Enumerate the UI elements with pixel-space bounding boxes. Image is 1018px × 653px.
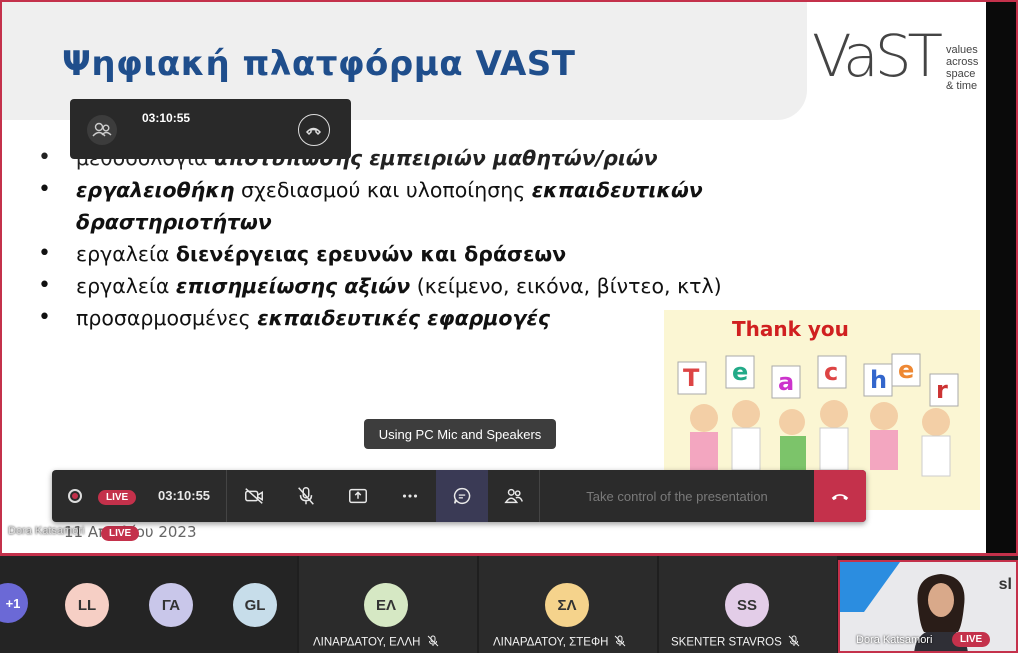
slide-bullet: προσαρμοσμένες εκπαιδευτικές εφαρμογές: [38, 302, 758, 334]
more-icon: [402, 494, 418, 498]
mic-muted-button[interactable]: [280, 470, 332, 522]
hang-up-icon[interactable]: [298, 114, 330, 146]
share-screen-icon: [349, 488, 367, 504]
avatar: ΕΛ: [364, 583, 408, 627]
participant-name: ΛΙΝΑΡΔΑΤΟΥ, ΣΤΕΦΗ: [493, 635, 626, 650]
participant-tile[interactable]: ΕΛ ΛΙΝΑΡΔΑΤΟΥ, ΕΛΛΗ: [299, 556, 477, 653]
participant-tile[interactable]: SS SKENTER STAVROS: [659, 556, 837, 653]
image-caption-text: Thank you: [732, 317, 849, 341]
avatar[interactable]: ΓΑ: [149, 583, 193, 627]
camera-off-button[interactable]: [228, 470, 280, 522]
slide-bullet: εργαλειοθήκη σχεδιασμού και υλοποίησης ε…: [38, 174, 758, 238]
mic-muted-icon: [614, 635, 626, 650]
svg-text:e: e: [732, 358, 748, 386]
svg-text:r: r: [936, 376, 948, 404]
active-speaker-video[interactable]: sl Dora Katsamori LIVE: [838, 560, 1018, 653]
compact-call-window[interactable]: 03:10:55: [70, 99, 351, 159]
people-icon[interactable]: [87, 115, 117, 145]
more-actions-button[interactable]: [384, 470, 436, 522]
logo-tagline: values across space & time: [946, 44, 979, 92]
take-control-button[interactable]: Take control of the presentation: [540, 470, 814, 522]
svg-text:T: T: [683, 364, 700, 392]
avatar[interactable]: GL: [233, 583, 277, 627]
svg-text:e: e: [898, 356, 914, 384]
presenter-live-badge: LIVE: [101, 523, 140, 541]
svg-text:h: h: [870, 366, 887, 394]
vast-logo: VaST values across space & time: [812, 22, 987, 94]
participant-tile[interactable]: ΣΛ ΛΙΝΑΡΔΑΤΟΥ, ΣΤΕΦΗ: [479, 556, 657, 653]
chat-icon: [453, 487, 471, 505]
avatar[interactable]: LL: [65, 583, 109, 627]
audio-tooltip: Using PC Mic and Speakers: [364, 419, 556, 449]
recording-indicator-icon: [68, 489, 82, 503]
slide-edge-bar: [986, 2, 1016, 553]
participants-icon: [504, 488, 523, 504]
slide-title: Ψηφιακή πλατφόρμα VAST: [62, 44, 576, 84]
slide-bullet-list: μεθοδολογία αποτύπωσης εμπειριών μαθητών…: [38, 142, 758, 334]
toolbar-divider: [226, 470, 227, 522]
compact-call-timer: 03:10:55: [142, 111, 191, 125]
call-control-bar: LIVE 03:10:55 Take control of the presen…: [52, 470, 866, 522]
slide-bullet: εργαλεία επισημείωσης αξιών (κείμενο, ει…: [38, 270, 758, 302]
video-brand-text: sl: [998, 576, 1012, 593]
overflow-count[interactable]: +1: [0, 583, 28, 623]
mic-muted-icon: [427, 635, 439, 650]
call-timer: 03:10:55: [158, 488, 211, 503]
participants-button[interactable]: [488, 470, 540, 522]
live-badge: LIVE: [98, 487, 137, 505]
video-background-shape: [840, 562, 900, 612]
leave-call-button[interactable]: [814, 470, 866, 522]
svg-text:a: a: [778, 368, 794, 396]
mic-muted-icon: [788, 635, 800, 650]
mic-muted-icon: [298, 487, 314, 505]
teams-meeting-window: Ψηφιακή πλατφόρμα VAST VaST values acros…: [0, 0, 1018, 653]
speaker-live-badge: LIVE: [952, 629, 991, 647]
camera-off-icon: [245, 488, 263, 504]
participant-name: ΛΙΝΑΡΔΑΤΟΥ, ΕΛΛΗ: [313, 635, 439, 650]
participant-name: SKENTER STAVROS: [671, 635, 800, 650]
hang-up-icon: [831, 494, 849, 501]
share-screen-button[interactable]: [332, 470, 384, 522]
presenter-name: Dora Katsamori: [8, 525, 85, 537]
svg-text:c: c: [824, 358, 838, 386]
participant-overflow-group: +1 LL ΓΑ GL: [0, 556, 297, 653]
slide-bullet: εργαλεία διενέργειας ερευνών και δράσεων: [38, 238, 758, 270]
logo-wordmark: VaST: [812, 22, 943, 90]
speaker-name: Dora Katsamori: [856, 634, 933, 646]
avatar: SS: [725, 583, 769, 627]
chat-button[interactable]: [436, 470, 488, 522]
avatar: ΣΛ: [545, 583, 589, 627]
